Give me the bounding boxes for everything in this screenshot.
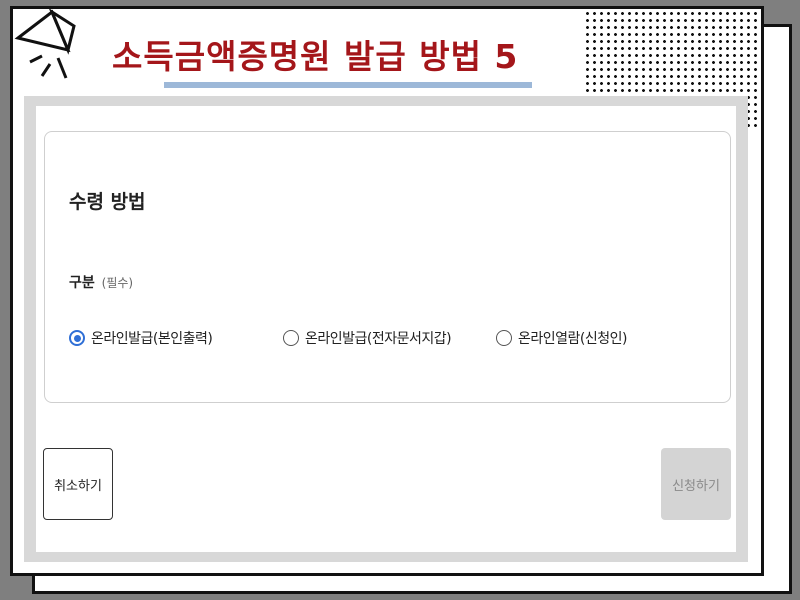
- page-title: 소득금액증명원 발급 방법 5: [112, 37, 519, 76]
- section-title: 수령 방법: [69, 191, 146, 213]
- field-label: 구분 (필수): [69, 272, 133, 292]
- radio-option-label: 온라인발급(본인출력): [91, 331, 213, 347]
- apply-button[interactable]: 신청하기: [661, 448, 731, 520]
- radio-unselected-icon[interactable]: [496, 330, 512, 346]
- receipt-method-panel: 수령 방법 구분 (필수) 온라인발급(본인출력) 온라인발급(전자문서지갑) …: [44, 131, 731, 403]
- field-label-text: 구분: [69, 275, 95, 291]
- radio-option-online-self-print[interactable]: 온라인발급(본인출력): [69, 328, 213, 348]
- megaphone-icon: [14, 8, 76, 79]
- radio-unselected-icon[interactable]: [283, 330, 299, 346]
- embedded-screenshot: 수령 방법 구분 (필수) 온라인발급(본인출력) 온라인발급(전자문서지갑) …: [24, 96, 748, 562]
- title-underline: [164, 82, 532, 88]
- radio-option-online-view[interactable]: 온라인열람(신청인): [496, 328, 627, 348]
- screenshot-content: 수령 방법 구분 (필수) 온라인발급(본인출력) 온라인발급(전자문서지갑) …: [36, 106, 736, 552]
- cancel-button[interactable]: 취소하기: [43, 448, 113, 520]
- radio-option-label: 온라인열람(신청인): [518, 331, 627, 347]
- radio-option-online-e-wallet[interactable]: 온라인발급(전자문서지갑): [283, 328, 452, 348]
- required-marker: (필수): [101, 276, 134, 290]
- radio-option-label: 온라인발급(전자문서지갑): [305, 331, 452, 347]
- radio-selected-icon[interactable]: [69, 330, 85, 346]
